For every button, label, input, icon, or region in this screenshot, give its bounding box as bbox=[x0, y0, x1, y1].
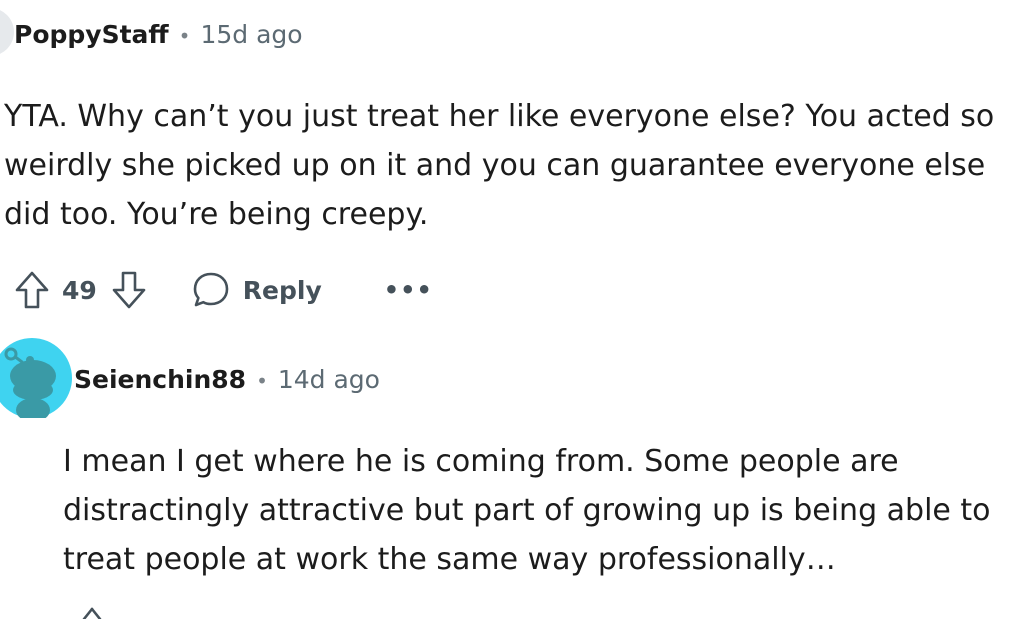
comment-bubble-icon bbox=[191, 270, 231, 310]
downvote-icon[interactable] bbox=[111, 270, 147, 310]
snoo-avatar-icon bbox=[0, 338, 72, 418]
vote-score: 49 bbox=[62, 275, 97, 305]
upvote-icon[interactable] bbox=[14, 270, 50, 310]
username[interactable]: PoppyStaff bbox=[14, 20, 169, 49]
comment-header: PoppyStaff • 15d ago bbox=[14, 20, 303, 49]
user-avatar[interactable] bbox=[0, 338, 72, 418]
comment-timestamp[interactable]: 14d ago bbox=[278, 365, 380, 394]
meta-separator: • bbox=[178, 24, 191, 48]
username[interactable]: Seienchin88 bbox=[74, 365, 246, 394]
meta-separator: • bbox=[256, 369, 268, 393]
comment-header: Seienchin88 • 14d ago bbox=[74, 365, 380, 394]
upvote-icon[interactable] bbox=[82, 604, 102, 623]
more-options-button[interactable]: ••• bbox=[384, 276, 433, 304]
comment-action-bar: 49 Reply ••• bbox=[14, 266, 433, 314]
comment-body: I mean I get where he is coming from. So… bbox=[63, 444, 991, 577]
reply-label: Reply bbox=[242, 275, 322, 305]
comment-body: YTA. Why can’t you just treat her like e… bbox=[4, 99, 995, 232]
user-avatar[interactable] bbox=[0, 8, 14, 56]
reply-button[interactable]: Reply bbox=[191, 270, 322, 310]
comment-timestamp[interactable]: 15d ago bbox=[200, 20, 302, 49]
